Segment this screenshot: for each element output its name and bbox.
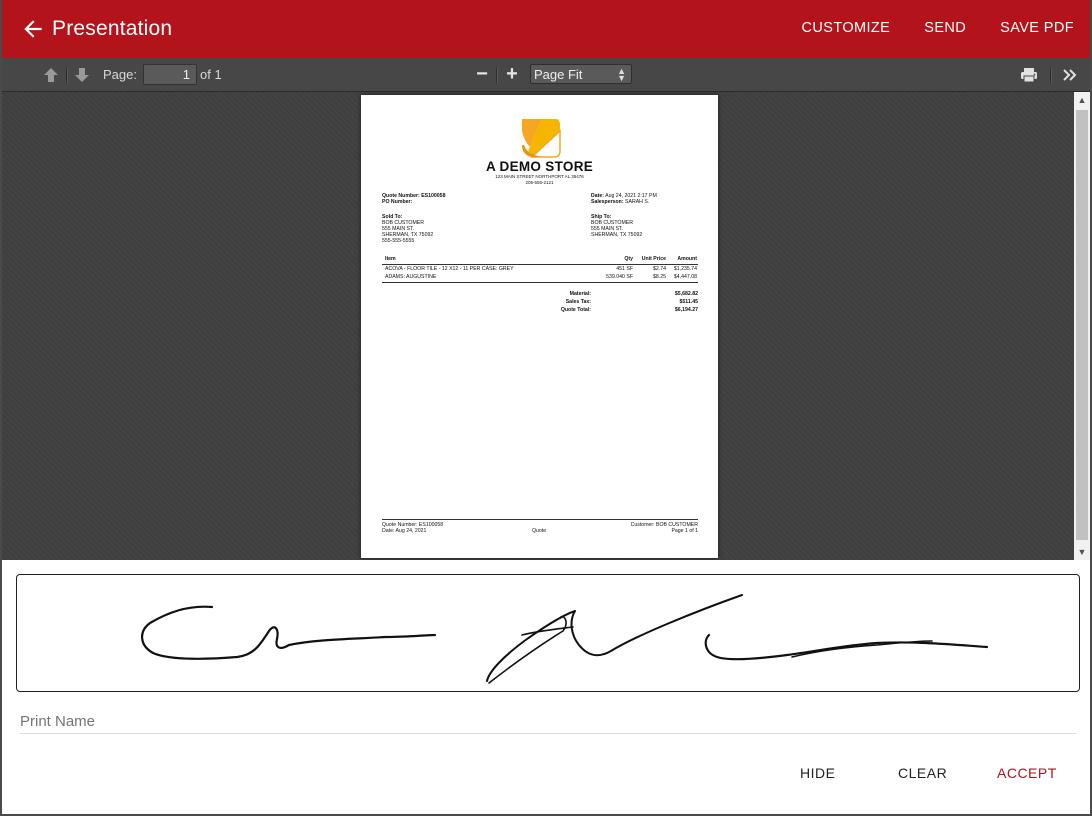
zoom-out-button[interactable]: − — [471, 64, 493, 86]
total-label-tax: Sales Tax: — [565, 299, 591, 305]
toolbar-separator — [1050, 67, 1051, 83]
store-phone: 205-555-2121 — [525, 180, 554, 185]
toolbar-separator — [496, 67, 497, 83]
accept-button[interactable]: ACCEPT — [997, 765, 1057, 781]
app-bar: Presentation CUSTOMIZE SEND SAVE PDF — [2, 0, 1090, 58]
total-value-quote: $6,194.27 — [674, 307, 698, 313]
page-title: Presentation — [52, 17, 173, 40]
row-qty: 539.040 SF — [606, 274, 633, 280]
pdf-viewer[interactable]: A DEMO STORE 123 MAIN STREET NORTHPORT A… — [2, 92, 1090, 560]
hide-button[interactable]: HIDE — [800, 765, 835, 781]
print-name-input[interactable] — [20, 702, 1076, 734]
signature-pad[interactable] — [16, 574, 1080, 692]
ship-to-line: SHERMAN, TX 75092 — [591, 232, 643, 238]
total-value-material: $5,682.82 — [674, 291, 698, 297]
select-caret-icon: ▲ ▼ — [617, 66, 626, 83]
footer-page: Page 1 of 1 — [671, 528, 698, 534]
row-qty: 451 SF — [616, 266, 633, 272]
col-header-item: Item — [385, 256, 396, 262]
page-number-input[interactable] — [143, 64, 197, 85]
row-unit-price: $8.25 — [653, 274, 666, 280]
zoom-select-value: Page Fit — [534, 67, 583, 82]
row-unit-price: $2.74 — [653, 266, 666, 272]
table-header-rule — [382, 264, 698, 265]
row-item: ACOVA - FLOOR TILE - 12 X12 - 11 PER CAS… — [385, 266, 514, 272]
app-frame: Presentation CUSTOMIZE SEND SAVE PDF Pag… — [0, 0, 1092, 816]
salesperson-line: Salesperson: SARAH S. — [591, 199, 650, 205]
pdf-toolbar: Page: of 1 − + Page Fit ▲▼ — [2, 58, 1090, 92]
table-bottom-rule — [382, 282, 698, 283]
footer-date: Date: Aug 24, 2021 — [382, 528, 427, 534]
next-page-icon[interactable] — [73, 66, 91, 84]
sold-to-line: 555-555-5555 — [382, 238, 415, 244]
zoom-select[interactable]: Page Fit ▲ ▼ — [530, 64, 632, 84]
footer-rule — [382, 519, 698, 520]
back-arrow-icon[interactable] — [20, 16, 46, 42]
row-amount: $4,447.08 — [673, 274, 697, 280]
signature-stroke — [141, 594, 989, 684]
col-header-qty: Qty — [624, 256, 633, 262]
total-label-material: Material: — [569, 291, 591, 297]
scrollbar-thumb[interactable] — [1076, 110, 1088, 540]
save-pdf-button[interactable]: SAVE PDF — [1000, 20, 1074, 36]
store-logo-icon — [522, 119, 561, 158]
scroll-down-icon[interactable]: ▼ — [1074, 544, 1090, 560]
store-name: A DEMO STORE — [485, 159, 594, 174]
double-chevron-right-icon[interactable] — [1061, 66, 1079, 84]
page-label: Page: — [103, 67, 137, 82]
toolbar-separator — [66, 67, 67, 83]
row-amount: $1,235.74 — [673, 266, 697, 272]
send-button[interactable]: SEND — [924, 20, 966, 36]
page-count: of 1 — [200, 67, 222, 82]
row-item: ADAMS: AUGUSTINE — [385, 274, 437, 280]
clear-button[interactable]: CLEAR — [898, 765, 947, 781]
footer-center: Quote — [532, 528, 547, 534]
store-address: 123 MAIN STREET NORTHPORT AL 35476 — [495, 174, 584, 179]
print-icon[interactable] — [1020, 66, 1038, 84]
col-header-unit-price: Unit Price — [641, 256, 666, 262]
total-value-tax: $511.45 — [679, 299, 698, 305]
viewer-scrollbar[interactable]: ▲ ▼ — [1074, 92, 1090, 560]
header-actions: CUSTOMIZE SEND SAVE PDF — [802, 20, 1074, 36]
previous-page-icon[interactable] — [42, 66, 60, 84]
po-number-label: PO Number: — [382, 199, 413, 205]
zoom-in-button[interactable]: + — [501, 64, 523, 86]
col-header-amount: Amount — [677, 256, 697, 262]
scroll-up-icon[interactable]: ▲ — [1074, 92, 1090, 108]
pdf-page: A DEMO STORE 123 MAIN STREET NORTHPORT A… — [361, 95, 718, 558]
customize-button[interactable]: CUSTOMIZE — [802, 20, 891, 36]
total-label-quote: Quote Total: — [560, 307, 591, 313]
